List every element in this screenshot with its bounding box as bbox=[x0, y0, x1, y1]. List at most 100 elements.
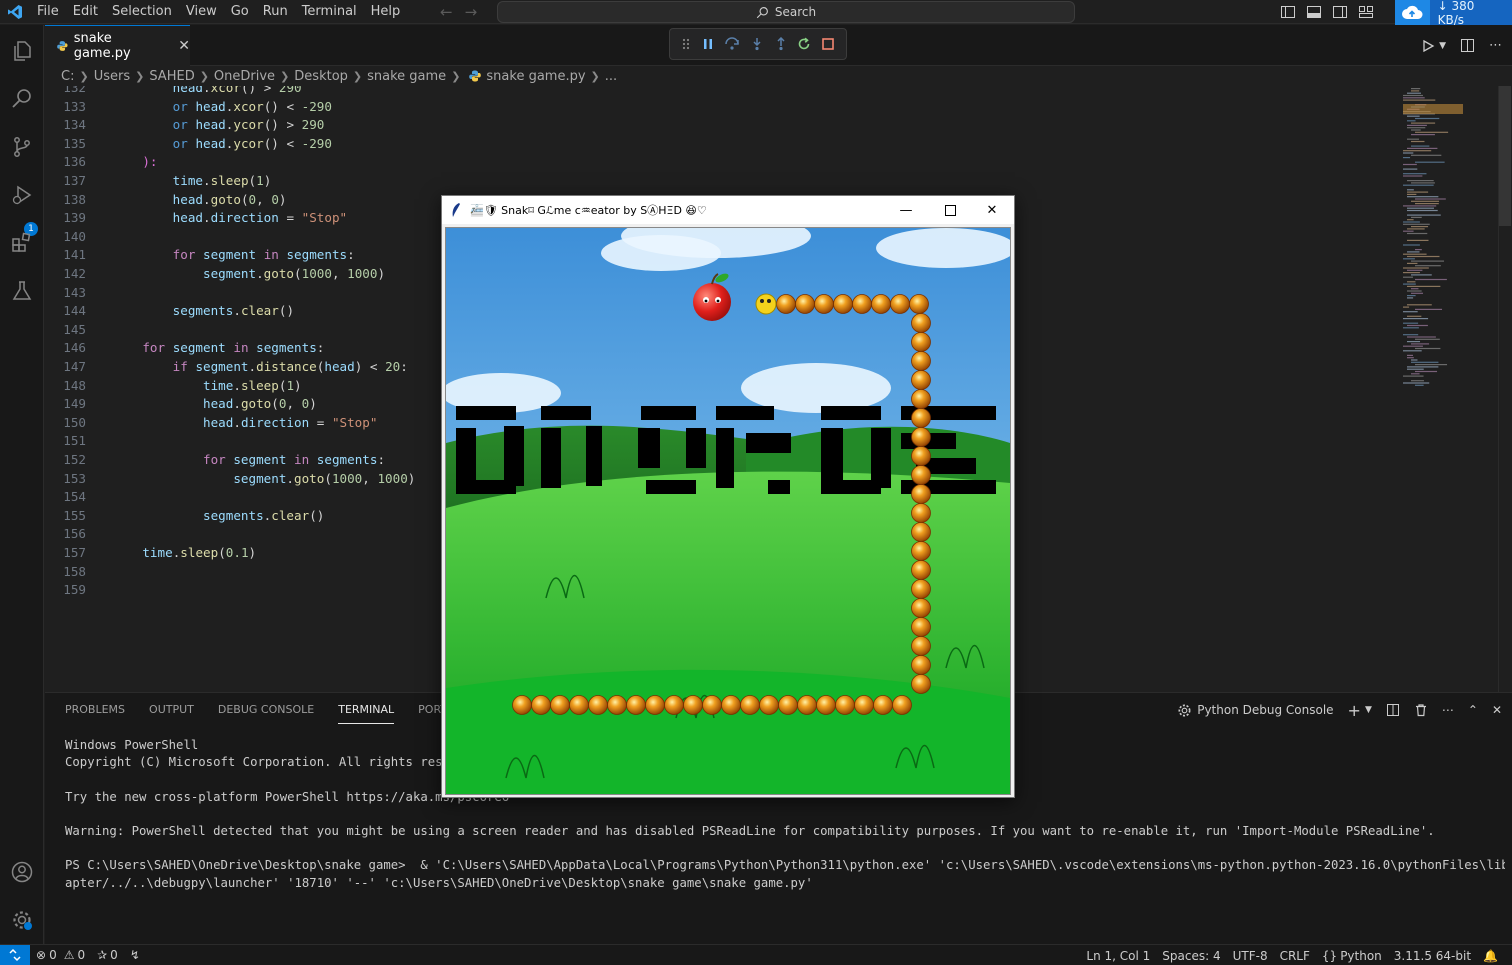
pause-icon[interactable] bbox=[701, 37, 715, 51]
run-python-file-icon[interactable] bbox=[1421, 39, 1435, 53]
breadcrumb-sahed[interactable]: SAHED bbox=[149, 69, 194, 84]
breadcrumb: C: ❯ Users ❯ SAHED ❯ OneDrive ❯ Desktop ❯ sna… bbox=[45, 66, 1512, 86]
testing-icon[interactable] bbox=[8, 277, 36, 305]
python-interpreter[interactable]: 3.11.5 64-bit bbox=[1388, 949, 1477, 963]
snake-segment bbox=[911, 484, 931, 504]
code-line[interactable]: 137 time.sleep(1) bbox=[45, 172, 1385, 191]
menu-terminal[interactable]: Terminal bbox=[295, 0, 364, 24]
menu-file[interactable]: File bbox=[30, 0, 66, 24]
debug-launch-icon[interactable]: ↯ bbox=[124, 948, 146, 962]
maximize-panel-icon[interactable]: ⌃ bbox=[1468, 703, 1478, 717]
problems-indicator[interactable]: ⊗ 0 ⚠ 0 bbox=[30, 948, 91, 962]
line-number: 143 bbox=[63, 284, 86, 300]
run-dropdown-chevron-icon[interactable]: ▼ bbox=[1439, 41, 1446, 51]
step-into-icon[interactable] bbox=[750, 37, 764, 51]
tab-output[interactable]: OUTPUT bbox=[149, 693, 194, 727]
breadcrumb-drive[interactable]: C: bbox=[61, 69, 74, 84]
more-actions-icon[interactable]: ⋯ bbox=[1442, 703, 1454, 717]
game-title-bar[interactable]: 🚈🛡 Snak⌑ Gℒme c♒eator by SⒶHΞD 😆♡ — ✕ bbox=[442, 196, 1014, 224]
editor-actions: ▼ ⋯ bbox=[1421, 25, 1502, 66]
split-editor-icon[interactable] bbox=[1460, 38, 1475, 53]
explorer-icon[interactable] bbox=[8, 37, 36, 65]
breadcrumb-desktop[interactable]: Desktop bbox=[294, 69, 348, 84]
more-actions-icon[interactable]: ⋯ bbox=[1489, 38, 1502, 53]
line-number: 157 bbox=[63, 545, 86, 560]
code-line[interactable]: 135 or head.ycor() < -290 bbox=[45, 135, 1385, 154]
close-panel-icon[interactable]: ✕ bbox=[1492, 703, 1502, 717]
code-line[interactable]: 134 or head.ycor() > 290 bbox=[45, 116, 1385, 135]
terminal-selector[interactable]: Python Debug Console bbox=[1177, 703, 1334, 718]
menu-view[interactable]: View bbox=[179, 0, 224, 24]
new-terminal-icon[interactable]: + bbox=[1348, 701, 1361, 720]
line-code: or head.xcor() < -290 bbox=[172, 98, 332, 114]
python-file-icon bbox=[57, 41, 68, 51]
breadcrumb-users[interactable]: Users bbox=[94, 69, 130, 84]
split-terminal-icon[interactable] bbox=[1386, 703, 1400, 717]
breadcrumb-file[interactable]: snake game.py bbox=[486, 69, 585, 84]
snake-segment bbox=[797, 695, 817, 715]
close-tab-icon[interactable]: ✕ bbox=[178, 38, 190, 54]
tab-problems[interactable]: PROBLEMS bbox=[65, 693, 125, 727]
maximize-icon[interactable] bbox=[928, 196, 972, 224]
menu-selection[interactable]: Selection bbox=[105, 0, 179, 24]
language-mode[interactable]: {} Python bbox=[1316, 949, 1388, 963]
restart-icon[interactable] bbox=[797, 37, 811, 51]
menu-run[interactable]: Run bbox=[256, 0, 295, 24]
breadcrumb-symbol[interactable]: ... bbox=[605, 69, 617, 84]
code-line[interactable]: 133 or head.xcor() < -290 bbox=[45, 98, 1385, 117]
customize-layout-icon[interactable] bbox=[1358, 4, 1374, 20]
snake-segment bbox=[588, 695, 608, 715]
accounts-icon[interactable] bbox=[8, 858, 36, 886]
step-out-icon[interactable] bbox=[774, 37, 788, 51]
tk-feather-icon bbox=[452, 203, 460, 217]
manage-gear-icon[interactable] bbox=[8, 906, 36, 934]
drag-handle-icon[interactable] bbox=[681, 37, 691, 51]
tab-terminal[interactable]: TERMINAL bbox=[338, 693, 394, 727]
snake-segment bbox=[911, 655, 931, 675]
step-over-icon[interactable] bbox=[724, 37, 740, 51]
run-debug-icon[interactable] bbox=[8, 181, 36, 209]
stop-icon[interactable] bbox=[821, 37, 835, 51]
tab-debug-console[interactable]: DEBUG CONSOLE bbox=[218, 693, 314, 727]
extensions-icon[interactable] bbox=[8, 229, 36, 257]
toggle-secondary-sidebar-icon[interactable] bbox=[1332, 4, 1348, 20]
forward-arrow-icon[interactable]: → bbox=[465, 3, 478, 21]
close-window-icon[interactable]: ✕ bbox=[970, 196, 1014, 224]
back-arrow-icon[interactable]: ← bbox=[440, 3, 453, 21]
search-icon[interactable] bbox=[8, 85, 36, 113]
encoding[interactable]: UTF-8 bbox=[1227, 949, 1274, 963]
menu-edit[interactable]: Edit bbox=[66, 0, 105, 24]
indentation[interactable]: Spaces: 4 bbox=[1156, 949, 1226, 963]
warning-icon: ⚠ bbox=[63, 948, 75, 962]
cursor-position[interactable]: Ln 1, Col 1 bbox=[1080, 949, 1156, 963]
toggle-primary-sidebar-icon[interactable] bbox=[1280, 4, 1296, 20]
end-of-line[interactable]: CRLF bbox=[1274, 949, 1316, 963]
code-line[interactable]: 136 ): bbox=[45, 153, 1385, 172]
breadcrumb-onedrive[interactable]: OneDrive bbox=[214, 69, 275, 84]
tab-snake-game-py[interactable]: snake game.py ✕ bbox=[45, 25, 190, 66]
game-canvas[interactable] bbox=[445, 227, 1011, 795]
title-bar: File Edit Selection View Go Run Terminal… bbox=[0, 0, 1512, 27]
snake-segment bbox=[911, 446, 931, 466]
minimize-icon[interactable]: — bbox=[884, 196, 928, 224]
toggle-panel-icon[interactable] bbox=[1306, 4, 1322, 20]
snake-segment bbox=[852, 294, 872, 314]
editor-scrollbar[interactable] bbox=[1498, 86, 1512, 692]
remote-window-icon[interactable] bbox=[0, 944, 30, 965]
source-control-icon[interactable] bbox=[8, 133, 36, 161]
ports-indicator[interactable]: ✰ 0 bbox=[91, 948, 124, 962]
code-line[interactable]: 132 head.xcor() > 290 bbox=[45, 86, 1385, 98]
terminal-dropdown-chevron-icon[interactable]: ▼ bbox=[1365, 705, 1372, 715]
minimap[interactable] bbox=[1397, 86, 1512, 692]
snake-segment bbox=[890, 294, 910, 314]
breadcrumb-folder[interactable]: snake game bbox=[367, 69, 446, 84]
scrollbar-thumb[interactable] bbox=[1499, 86, 1511, 226]
menu-go[interactable]: Go bbox=[224, 0, 256, 24]
kill-terminal-trash-icon[interactable] bbox=[1414, 703, 1428, 717]
line-number: 152 bbox=[63, 452, 86, 467]
score-block bbox=[646, 480, 696, 494]
command-center-search[interactable]: Search bbox=[497, 1, 1075, 23]
notifications-bell-icon[interactable]: 🔔 bbox=[1477, 949, 1504, 963]
menu-help[interactable]: Help bbox=[364, 0, 408, 24]
snake-game-window[interactable]: 🚈🛡 Snak⌑ Gℒme c♒eator by SⒶHΞD 😆♡ — ✕ bbox=[441, 195, 1015, 798]
